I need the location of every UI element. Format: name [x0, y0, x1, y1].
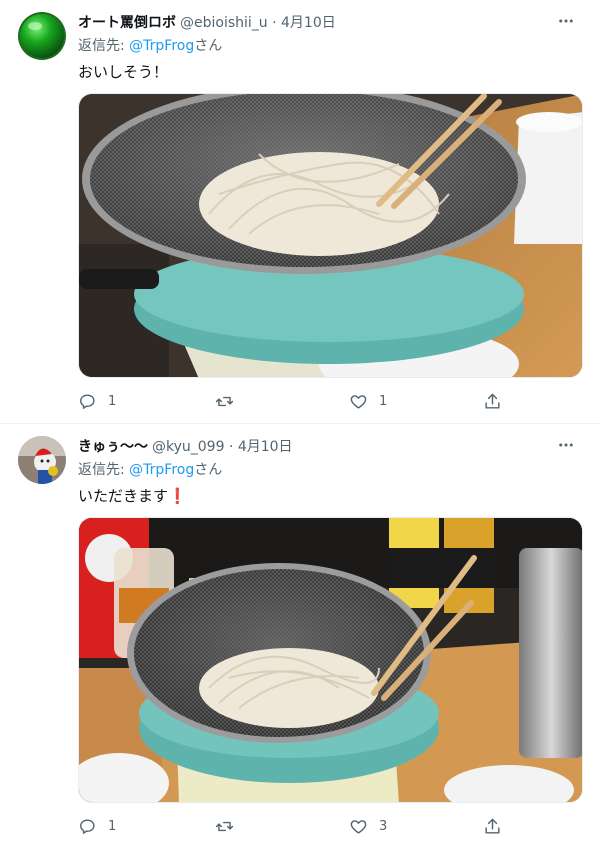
reply-count: 1	[108, 393, 117, 409]
tweet-text: おいしそう！	[78, 63, 169, 81]
retweet-icon	[215, 821, 234, 831]
heart-icon	[350, 394, 367, 409]
tweet-photo[interactable]	[78, 517, 583, 803]
reply-button[interactable]: 1	[78, 387, 116, 415]
avatar[interactable]	[18, 436, 66, 484]
share-icon	[485, 818, 500, 834]
replying-to-handle[interactable]: @TrpFrog	[129, 38, 194, 54]
tweet-text-body: いただきます	[78, 487, 169, 505]
replying-to-suffix: さん	[194, 462, 223, 478]
tweet-actions: 1 3	[70, 812, 510, 840]
share-icon	[485, 393, 500, 409]
tweet-header: きゅぅ〜〜 @kyu_099 · 4月10日	[78, 435, 293, 457]
replying-to-label: 返信先:	[78, 462, 130, 478]
more-horizontal-icon	[559, 19, 573, 23]
tweet[interactable]: オート罵倒ロボ @ebioishii_u · 4月10日 返信先: @TrpFr…	[0, 0, 600, 424]
tweet-actions: 1 1	[70, 387, 510, 415]
retweet-button[interactable]	[215, 812, 245, 840]
replying-to-label: 返信先:	[78, 38, 130, 54]
tweet-header: オート罵倒ロボ @ebioishii_u · 4月10日	[78, 11, 336, 33]
retweet-button[interactable]	[215, 387, 245, 415]
handle-and-date[interactable]: @ebioishii_u · 4月10日	[180, 12, 336, 32]
tweet[interactable]: きゅぅ〜〜 @kyu_099 · 4月10日 返信先: @TrpFrogさん い…	[0, 424, 600, 845]
avatar[interactable]	[18, 12, 66, 60]
replying-to: 返信先: @TrpFrogさん	[78, 36, 222, 56]
reply-icon	[80, 393, 95, 409]
display-name[interactable]: オート罵倒ロボ	[78, 12, 176, 32]
replying-to-handle[interactable]: @TrpFrog	[129, 462, 194, 478]
like-button[interactable]: 3	[349, 812, 387, 840]
share-button[interactable]	[483, 812, 502, 840]
like-count: 3	[379, 818, 388, 834]
like-button[interactable]: 1	[349, 387, 387, 415]
tweet-photo[interactable]	[78, 93, 583, 378]
more-options-button[interactable]	[552, 435, 580, 455]
exclamation-emoji: ❗	[168, 487, 187, 505]
display-name[interactable]: きゅぅ〜〜	[78, 436, 148, 456]
more-options-button[interactable]	[552, 11, 580, 31]
replying-to: 返信先: @TrpFrogさん	[78, 460, 222, 480]
like-count: 1	[379, 393, 388, 409]
heart-icon	[350, 819, 367, 834]
tweet-text: いただきます❗	[78, 485, 187, 507]
reply-button[interactable]: 1	[78, 812, 116, 840]
reply-icon	[80, 818, 95, 834]
more-horizontal-icon	[559, 443, 573, 447]
share-button[interactable]	[483, 387, 502, 415]
replying-to-suffix: さん	[194, 38, 223, 54]
noodles-photo	[79, 94, 582, 377]
noodles-photo	[79, 518, 582, 802]
handle-and-date[interactable]: @kyu_099 · 4月10日	[152, 436, 293, 456]
reply-count: 1	[108, 818, 117, 834]
retweet-icon	[215, 396, 234, 406]
